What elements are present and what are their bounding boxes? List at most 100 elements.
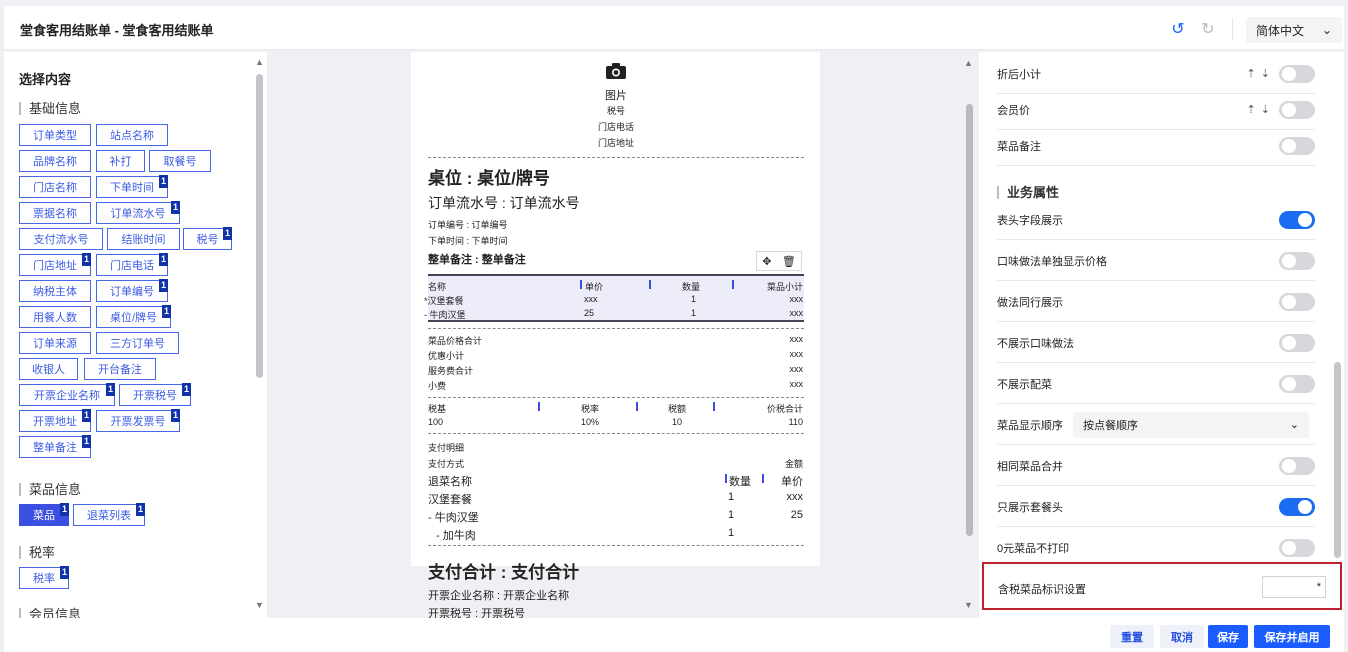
tax-col-amount: 税额: [668, 404, 687, 414]
dashed-divider: [428, 157, 804, 158]
sort-order-icon[interactable]: ⇡ ⇣: [1247, 103, 1272, 116]
display-order-select[interactable]: 按点餐顺序 ⌄: [1073, 411, 1309, 438]
chip-21[interactable]: 收银人: [19, 358, 78, 380]
chip-26[interactable]: 开票发票号 1: [96, 409, 180, 432]
chip-label: 门店地址: [33, 260, 77, 272]
reset-button[interactable]: 重置: [1110, 625, 1154, 648]
chip-2[interactable]: 站点名称: [96, 124, 168, 146]
footer-bar: 重置 取消 保存 保存并启用: [4, 618, 1344, 652]
chip-24[interactable]: 开票税号 1: [119, 383, 191, 406]
chip-count-badge: 1: [171, 201, 180, 214]
chip-refund-list[interactable]: 退菜列表 1: [73, 503, 145, 526]
toggle-switch[interactable]: [1279, 456, 1315, 475]
chip-label: 补打: [109, 156, 132, 168]
column-resize-handle[interactable]: [636, 402, 638, 411]
group-basic-info: 基础信息: [19, 102, 81, 115]
canvas-scroll-up-icon[interactable]: ▲: [964, 58, 973, 68]
toggle-switch[interactable]: [1279, 333, 1315, 352]
tax-no-field: 税号: [606, 106, 626, 116]
undo-icon[interactable]: ↺: [1166, 17, 1190, 41]
scroll-up-arrow-icon[interactable]: ▲: [255, 57, 264, 67]
cancel-button[interactable]: 取消: [1160, 625, 1204, 648]
toggle-switch[interactable]: [1279, 374, 1315, 393]
chip-label: 站点名称: [110, 130, 154, 142]
toggle-switch[interactable]: [1279, 292, 1315, 311]
dish-table[interactable]: [428, 274, 804, 322]
column-resize-handle[interactable]: [732, 280, 734, 289]
chip-label: 开票发票号: [110, 416, 166, 428]
column-resize-handle[interactable]: [725, 474, 727, 483]
toggle-switch[interactable]: [1279, 100, 1315, 119]
move-icon[interactable]: ✥: [762, 255, 771, 268]
chip-25[interactable]: 开票地址 1: [19, 409, 91, 432]
chip-18[interactable]: 桌位/牌号 1: [96, 305, 171, 328]
chip-5[interactable]: 取餐号: [149, 150, 211, 172]
chip-3[interactable]: 品牌名称: [19, 150, 91, 172]
canvas-scrollbar[interactable]: [966, 104, 973, 536]
trash-icon[interactable]: 🗑: [782, 255, 796, 268]
chip-tax-rate[interactable]: 税率 1: [19, 566, 69, 589]
chip-9[interactable]: 订单流水号 1: [96, 201, 180, 224]
chip-6[interactable]: 门店名称: [19, 176, 91, 198]
sort-order-icon[interactable]: ⇡ ⇣: [1247, 67, 1272, 80]
chip-count-badge: 1: [162, 305, 171, 318]
chip-13[interactable]: 门店地址 1: [19, 253, 91, 276]
pay-detail-label: 支付明细: [428, 443, 465, 453]
chip-12[interactable]: 税号 1: [183, 227, 232, 250]
redo-icon[interactable]: ↻: [1196, 17, 1220, 41]
column-resize-handle[interactable]: [713, 402, 715, 411]
toggle-switch[interactable]: [1279, 136, 1315, 155]
refund-row-name: - 牛肉汉堡: [428, 512, 479, 524]
toggle-switch[interactable]: [1279, 210, 1315, 229]
chip-15[interactable]: 纳税主体: [19, 280, 91, 302]
column-resize-handle[interactable]: [762, 474, 764, 483]
setting-label: 表头字段展示: [997, 214, 1063, 227]
column-resize-handle[interactable]: [649, 280, 651, 289]
setting-label: 做法同行展示: [997, 296, 1063, 309]
toggle-switch[interactable]: [1279, 64, 1315, 83]
save-button[interactable]: 保存: [1208, 625, 1248, 648]
chip-dish[interactable]: 菜品 1: [19, 503, 69, 526]
chip-1[interactable]: 订单类型: [19, 124, 91, 146]
dashed-divider: [428, 328, 804, 329]
chip-19[interactable]: 订单来源: [19, 332, 91, 354]
chip-count-badge: 1: [223, 227, 232, 240]
chip-11[interactable]: 结账时间: [107, 228, 180, 250]
toggle-switch[interactable]: [1279, 497, 1315, 516]
settings-scrollbar[interactable]: [1334, 362, 1341, 558]
chip-label: 下单时间: [110, 182, 154, 194]
chip-10[interactable]: 支付流水号: [19, 228, 103, 250]
chip-27[interactable]: 整单备注 1: [19, 435, 91, 458]
column-resize-handle[interactable]: [538, 402, 540, 411]
canvas-scroll-down-icon[interactable]: ▼: [964, 600, 973, 610]
toggle-switch[interactable]: [1279, 538, 1315, 557]
chip-14[interactable]: 门店电话 1: [96, 253, 168, 276]
chip-label: 税号: [196, 234, 219, 246]
toggle-switch[interactable]: [1279, 251, 1315, 270]
chip-22[interactable]: 开台备注: [84, 358, 156, 380]
refund-col-name: 退菜名称: [428, 476, 472, 488]
chip-count-badge: 1: [159, 175, 168, 188]
save-and-enable-button[interactable]: 保存并启用: [1254, 625, 1330, 648]
refund-row-name: 汉堡套餐: [428, 494, 472, 506]
chip-23[interactable]: 开票企业名称 1: [19, 383, 115, 406]
chip-20[interactable]: 三方订单号: [96, 332, 179, 354]
chip-count-badge: 1: [182, 383, 191, 396]
camera-icon: [605, 62, 627, 80]
chip-4[interactable]: 补打: [96, 150, 145, 172]
scroll-down-arrow-icon[interactable]: ▼: [255, 600, 264, 610]
chip-7[interactable]: 下单时间 1: [96, 175, 168, 198]
setting-label: 只展示套餐头: [997, 501, 1063, 514]
setting-label: 0元菜品不打印: [997, 542, 1070, 555]
chip-17[interactable]: 用餐人数: [19, 306, 91, 328]
setting-label: 菜品显示顺序: [997, 419, 1063, 432]
order-remark-field: 整单备注 : 整单备注: [428, 254, 526, 266]
column-resize-handle[interactable]: [580, 280, 582, 289]
chip-16[interactable]: 订单编号 1: [96, 279, 168, 302]
chip-count-badge: 1: [60, 566, 69, 579]
language-select[interactable]: 简体中文 ⌄: [1246, 17, 1342, 43]
left-scrollbar[interactable]: [256, 74, 263, 378]
tax-flag-input[interactable]: *: [1262, 576, 1326, 598]
chip-8[interactable]: 票据名称: [19, 202, 91, 224]
chip-label: 开台备注: [98, 364, 142, 376]
